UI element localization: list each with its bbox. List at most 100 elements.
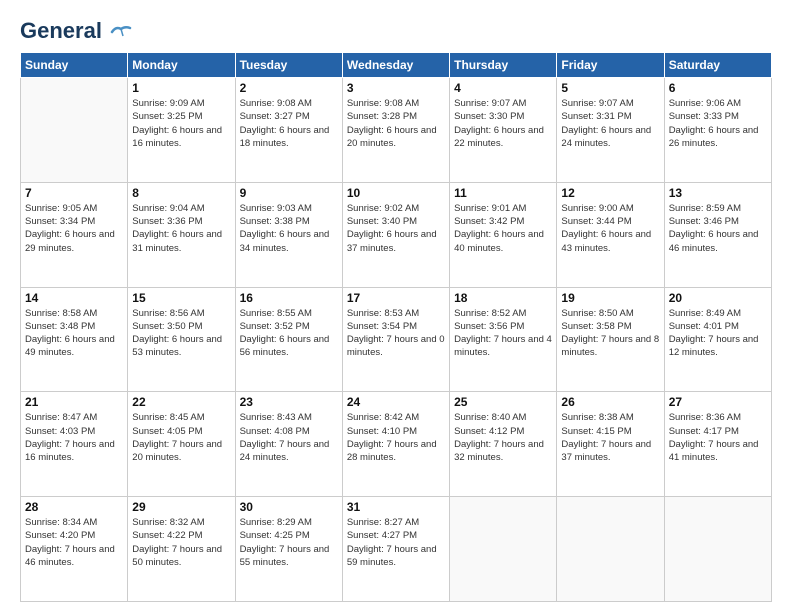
week-row-4: 21Sunrise: 8:47 AMSunset: 4:03 PMDayligh… — [21, 392, 772, 497]
day-cell: 18Sunrise: 8:52 AMSunset: 3:56 PMDayligh… — [450, 287, 557, 392]
day-info: Sunrise: 8:42 AMSunset: 4:10 PMDaylight:… — [347, 411, 445, 464]
week-row-3: 14 Sunrise: 8:58 AMSunset: 3:48 PMDayligh… — [21, 287, 772, 392]
day-info: Sunrise: 9:06 AMSunset: 3:33 PMDaylight:… — [669, 97, 767, 150]
day-number: 12 — [561, 186, 659, 200]
day-info: Sunrise: 8:45 AMSunset: 4:05 PMDaylight:… — [132, 411, 230, 464]
day-number: 23 — [240, 395, 338, 409]
calendar-table: Sunday Monday Tuesday Wednesday Thursday… — [20, 52, 772, 602]
day-number: 9 — [240, 186, 338, 200]
day-info: Sunrise: 9:02 AMSunset: 3:40 PMDaylight:… — [347, 202, 445, 255]
day-number: 29 — [132, 500, 230, 514]
day-info: Sunrise: 8:47 AMSunset: 4:03 PMDaylight:… — [25, 411, 123, 464]
day-number: 27 — [669, 395, 767, 409]
header-thursday: Thursday — [450, 53, 557, 78]
day-info: Sunrise: 9:08 AMSunset: 3:28 PMDaylight:… — [347, 97, 445, 150]
header-monday: Monday — [128, 53, 235, 78]
day-info: Sunrise: 8:50 AMSunset: 3:58 PMDaylight:… — [561, 307, 659, 360]
page: General Sunday Monday Tuesday — [0, 0, 792, 612]
day-info: Sunrise: 8:36 AMSunset: 4:17 PMDaylight:… — [669, 411, 767, 464]
header-tuesday: Tuesday — [235, 53, 342, 78]
day-number: 20 — [669, 291, 767, 305]
header-friday: Friday — [557, 53, 664, 78]
day-info: Sunrise: 9:01 AMSunset: 3:42 PMDaylight:… — [454, 202, 552, 255]
day-info: Sunrise: 9:04 AMSunset: 3:36 PMDaylight:… — [132, 202, 230, 255]
day-info: Sunrise: 9:07 AMSunset: 3:30 PMDaylight:… — [454, 97, 552, 150]
day-cell — [664, 497, 771, 602]
day-number: 28 — [25, 500, 123, 514]
day-info: Sunrise: 8:58 AMSunset: 3:48 PMDaylight:… — [25, 307, 123, 360]
weekday-header-row: Sunday Monday Tuesday Wednesday Thursday… — [21, 53, 772, 78]
day-number: 2 — [240, 81, 338, 95]
day-info: Sunrise: 8:59 AMSunset: 3:46 PMDaylight:… — [669, 202, 767, 255]
day-info: Sunrise: 9:07 AMSunset: 3:31 PMDaylight:… — [561, 97, 659, 150]
day-number: 8 — [132, 186, 230, 200]
logo-block: General — [20, 20, 132, 40]
day-cell: 16 Sunrise: 8:55 AMSunset: 3:52 PMDayligh… — [235, 287, 342, 392]
day-number: 22 — [132, 395, 230, 409]
day-number: 11 — [454, 186, 552, 200]
day-cell — [450, 497, 557, 602]
day-number: 25 — [454, 395, 552, 409]
day-number: 19 — [561, 291, 659, 305]
day-cell: 8 Sunrise: 9:04 AMSunset: 3:36 PMDaylight… — [128, 182, 235, 287]
header-wednesday: Wednesday — [342, 53, 449, 78]
day-info: Sunrise: 8:56 AMSunset: 3:50 PMDaylight:… — [132, 307, 230, 360]
day-info: Sunrise: 8:53 AMSunset: 3:54 PMDaylight:… — [347, 307, 445, 360]
day-cell: 24 Sunrise: 8:42 AMSunset: 4:10 PMDayligh… — [342, 392, 449, 497]
day-number: 14 — [25, 291, 123, 305]
day-number: 6 — [669, 81, 767, 95]
day-cell: 5 Sunrise: 9:07 AMSunset: 3:31 PMDaylight… — [557, 78, 664, 183]
day-cell: 2Sunrise: 9:08 AMSunset: 3:27 PMDaylight… — [235, 78, 342, 183]
day-cell: 6 Sunrise: 9:06 AMSunset: 3:33 PMDaylight… — [664, 78, 771, 183]
day-cell: 11 Sunrise: 9:01 AMSunset: 3:42 PMDayligh… — [450, 182, 557, 287]
day-cell: 29 Sunrise: 8:32 AMSunset: 4:22 PMDayligh… — [128, 497, 235, 602]
day-info: Sunrise: 8:49 AMSunset: 4:01 PMDaylight:… — [669, 307, 767, 360]
day-info: Sunrise: 8:27 AMSunset: 4:27 PMDaylight:… — [347, 516, 445, 569]
day-info: Sunrise: 8:40 AMSunset: 4:12 PMDaylight:… — [454, 411, 552, 464]
day-cell: 31 Sunrise: 8:27 AMSunset: 4:27 PMDayligh… — [342, 497, 449, 602]
day-info: Sunrise: 9:03 AMSunset: 3:38 PMDaylight:… — [240, 202, 338, 255]
day-cell: 20 Sunrise: 8:49 AMSunset: 4:01 PMDayligh… — [664, 287, 771, 392]
day-info: Sunrise: 8:55 AMSunset: 3:52 PMDaylight:… — [240, 307, 338, 360]
day-number: 13 — [669, 186, 767, 200]
day-cell: 13 Sunrise: 8:59 AMSunset: 3:46 PMDayligh… — [664, 182, 771, 287]
day-cell: 23Sunrise: 8:43 AMSunset: 4:08 PMDayligh… — [235, 392, 342, 497]
day-cell: 17 Sunrise: 8:53 AMSunset: 3:54 PMDayligh… — [342, 287, 449, 392]
day-cell — [21, 78, 128, 183]
day-cell — [557, 497, 664, 602]
day-number: 4 — [454, 81, 552, 95]
day-cell: 9 Sunrise: 9:03 AMSunset: 3:38 PMDaylight… — [235, 182, 342, 287]
day-number: 24 — [347, 395, 445, 409]
day-number: 7 — [25, 186, 123, 200]
day-cell: 4 Sunrise: 9:07 AMSunset: 3:30 PMDaylight… — [450, 78, 557, 183]
day-cell: 14 Sunrise: 8:58 AMSunset: 3:48 PMDayligh… — [21, 287, 128, 392]
day-number: 10 — [347, 186, 445, 200]
day-number: 15 — [132, 291, 230, 305]
day-number: 26 — [561, 395, 659, 409]
day-cell: 26 Sunrise: 8:38 AMSunset: 4:15 PMDayligh… — [557, 392, 664, 497]
logo: General — [20, 20, 132, 40]
day-number: 1 — [132, 81, 230, 95]
header-saturday: Saturday — [664, 53, 771, 78]
day-cell: 21Sunrise: 8:47 AMSunset: 4:03 PMDayligh… — [21, 392, 128, 497]
day-number: 31 — [347, 500, 445, 514]
header: General — [20, 20, 772, 40]
day-info: Sunrise: 8:29 AMSunset: 4:25 PMDaylight:… — [240, 516, 338, 569]
day-info: Sunrise: 8:32 AMSunset: 4:22 PMDaylight:… — [132, 516, 230, 569]
day-cell: 3 Sunrise: 9:08 AMSunset: 3:28 PMDaylight… — [342, 78, 449, 183]
day-number: 30 — [240, 500, 338, 514]
day-number: 16 — [240, 291, 338, 305]
day-cell: 19 Sunrise: 8:50 AMSunset: 3:58 PMDayligh… — [557, 287, 664, 392]
day-info: Sunrise: 8:38 AMSunset: 4:15 PMDaylight:… — [561, 411, 659, 464]
day-info: Sunrise: 9:05 AMSunset: 3:34 PMDaylight:… — [25, 202, 123, 255]
day-cell: 28Sunrise: 8:34 AMSunset: 4:20 PMDayligh… — [21, 497, 128, 602]
day-cell: 12Sunrise: 9:00 AMSunset: 3:44 PMDayligh… — [557, 182, 664, 287]
day-number: 17 — [347, 291, 445, 305]
day-cell: 10 Sunrise: 9:02 AMSunset: 3:40 PMDayligh… — [342, 182, 449, 287]
day-number: 5 — [561, 81, 659, 95]
week-row-1: 1Sunrise: 9:09 AMSunset: 3:25 PMDaylight… — [21, 78, 772, 183]
day-cell: 1Sunrise: 9:09 AMSunset: 3:25 PMDaylight… — [128, 78, 235, 183]
day-number: 3 — [347, 81, 445, 95]
day-cell: 15 Sunrise: 8:56 AMSunset: 3:50 PMDayligh… — [128, 287, 235, 392]
day-cell: 25 Sunrise: 8:40 AMSunset: 4:12 PMDayligh… — [450, 392, 557, 497]
